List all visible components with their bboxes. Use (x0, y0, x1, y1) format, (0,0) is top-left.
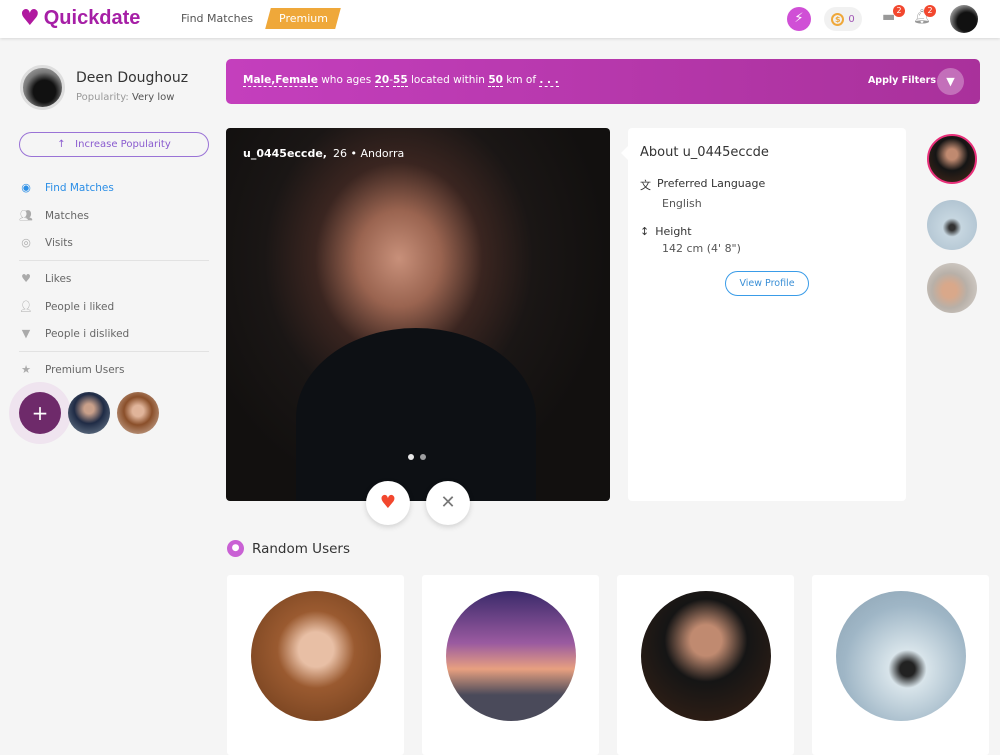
about-title: About u_0445eccde (640, 145, 769, 160)
users-check-icon: 👥︎ (19, 209, 33, 222)
photo-pagination[interactable] (408, 454, 426, 460)
sidebar-item-label: People i liked (45, 300, 115, 313)
photo-placeholder (296, 328, 536, 501)
arrow-up-icon: ↑ (57, 139, 66, 150)
random-user-card[interactable] (812, 575, 989, 755)
view-profile-button[interactable]: View Profile (725, 271, 809, 296)
add-premium-button[interactable]: + (19, 392, 61, 434)
random-user-photo (251, 591, 381, 721)
sidebar-item-label: Find Matches (45, 181, 114, 194)
random-user-card[interactable] (422, 575, 599, 755)
like-heart-button[interactable]: ♥ (366, 481, 410, 525)
sidebar-item-label: People i disliked (45, 327, 130, 340)
user-like-icon: 👤︎ (19, 300, 33, 313)
premium-user-avatar[interactable] (68, 392, 110, 434)
sidebar-item-premium-users[interactable]: ★ Premium Users (19, 363, 124, 376)
divider (19, 351, 209, 352)
match-username: u_0445eccde, (243, 147, 327, 160)
sidebar-item-matches[interactable]: 👥︎ Matches (19, 209, 89, 222)
gender-filter[interactable]: Male,Female (243, 74, 318, 87)
filter-sentence: Male,Female who ages 20-55 located withi… (243, 74, 559, 87)
random-users-title: Random Users (252, 540, 350, 557)
height-value: 142 cm (4' 8") (662, 242, 741, 255)
language-label: Preferred Language (657, 177, 766, 190)
sidebar-item-people-liked[interactable]: 👤︎ People i liked (19, 300, 114, 313)
filter-funnel-icon[interactable]: ▼ (937, 68, 964, 95)
apply-filters-label[interactable]: Apply Filters (868, 75, 936, 86)
header-avatar[interactable] (950, 5, 978, 33)
top-header: ♥ Quickdate Find Matches Premium ⚡ $0 ▬ 2… (0, 0, 1000, 38)
divider (19, 260, 209, 261)
sidebar-item-label: Likes (45, 272, 72, 285)
height-row: ↕ Height 142 cm (4' 8") (640, 225, 741, 255)
user-avatar[interactable] (20, 65, 65, 110)
filter-text: who ages (321, 74, 372, 86)
increase-popularity-button[interactable]: ↑ Increase Popularity (19, 132, 209, 157)
language-row: 文 Preferred Language English (640, 177, 765, 210)
popularity-value: Very low (131, 92, 175, 103)
notifications-bell-icon[interactable]: 🔔︎ 2 (913, 5, 936, 27)
notifications-badge: 2 (924, 5, 936, 17)
random-user-card[interactable] (227, 575, 404, 755)
thumbs-down-icon: ▼ (21, 327, 31, 340)
heart-logo-icon: ♥ (20, 6, 40, 31)
queue-user-avatar[interactable] (927, 134, 977, 184)
photo-dot[interactable] (408, 454, 414, 460)
queue-user-avatar[interactable] (927, 200, 977, 250)
sidebar-item-label: Visits (45, 236, 73, 249)
users-group-icon: ● (227, 540, 244, 557)
coins-count: 0 (848, 13, 855, 25)
premium-user-avatar[interactable] (117, 392, 159, 434)
user-name[interactable]: Deen Doughouz (76, 70, 188, 86)
age-from-filter[interactable]: 20 (374, 74, 390, 87)
filter-text: located within (410, 74, 485, 86)
premium-label: Premium (278, 12, 328, 25)
match-age: 26 (332, 147, 347, 160)
sidebar-item-label: Matches (45, 209, 89, 222)
boost-lightning-icon[interactable]: ⚡ (787, 7, 811, 31)
coin-icon: $ (831, 12, 845, 26)
logo[interactable]: ♥ Quickdate (20, 6, 140, 31)
random-user-photo (641, 591, 771, 721)
coins-balance[interactable]: $0 (824, 7, 862, 31)
heart-icon: ♥ (21, 272, 31, 285)
eye-icon: ◎ (21, 236, 31, 249)
sidebar-item-people-disliked[interactable]: ▼ People i disliked (19, 327, 129, 340)
about-panel: About u_0445eccde 文 Preferred Language Eng… (621, 128, 906, 501)
popularity-label: Popularity: (76, 92, 129, 103)
queue-user-avatar[interactable] (927, 263, 977, 313)
nav-find-matches[interactable]: Find Matches (181, 12, 253, 25)
language-value: English (662, 197, 702, 210)
height-icon: ↕ (640, 225, 650, 238)
sidebar-item-visits[interactable]: ◎ Visits (19, 236, 73, 249)
random-users-heading: ● Random Users (227, 540, 350, 557)
messages-icon[interactable]: ▬ 2 (882, 5, 905, 27)
match-caption: u_0445eccde, 26 • Andorra (243, 147, 405, 160)
sidebar-item-find-matches[interactable]: ◉ Find Matches (19, 181, 114, 194)
random-user-card[interactable] (617, 575, 794, 755)
height-label: Height (655, 225, 692, 238)
sidebar-item-label: Premium Users (45, 363, 125, 376)
dislike-close-button[interactable]: ✕ (426, 481, 470, 525)
filter-bar: Male,Female who ages 20-55 located withi… (226, 59, 980, 104)
brand-name: Quickdate (43, 7, 141, 29)
star-icon: ★ (21, 363, 31, 376)
increase-popularity-label: Increase Popularity (75, 139, 171, 150)
random-user-photo (446, 591, 576, 721)
premium-button[interactable]: Premium (265, 8, 341, 29)
distance-filter[interactable]: 50 (488, 74, 503, 87)
photo-dot[interactable] (420, 454, 426, 460)
match-country: Andorra (360, 147, 405, 160)
popularity: Popularity: Very low (76, 92, 174, 103)
filter-text: km of (506, 74, 537, 86)
sidebar-item-likes[interactable]: ♥ Likes (19, 272, 71, 285)
compass-icon: ◉ (21, 181, 31, 194)
match-photo-card[interactable]: u_0445eccde, 26 • Andorra (226, 128, 610, 501)
random-user-photo (836, 591, 966, 721)
location-filter[interactable]: . . . (539, 74, 559, 87)
translate-icon: 文 (640, 179, 651, 192)
messages-badge: 2 (893, 5, 905, 17)
age-to-filter[interactable]: 55 (393, 74, 408, 87)
